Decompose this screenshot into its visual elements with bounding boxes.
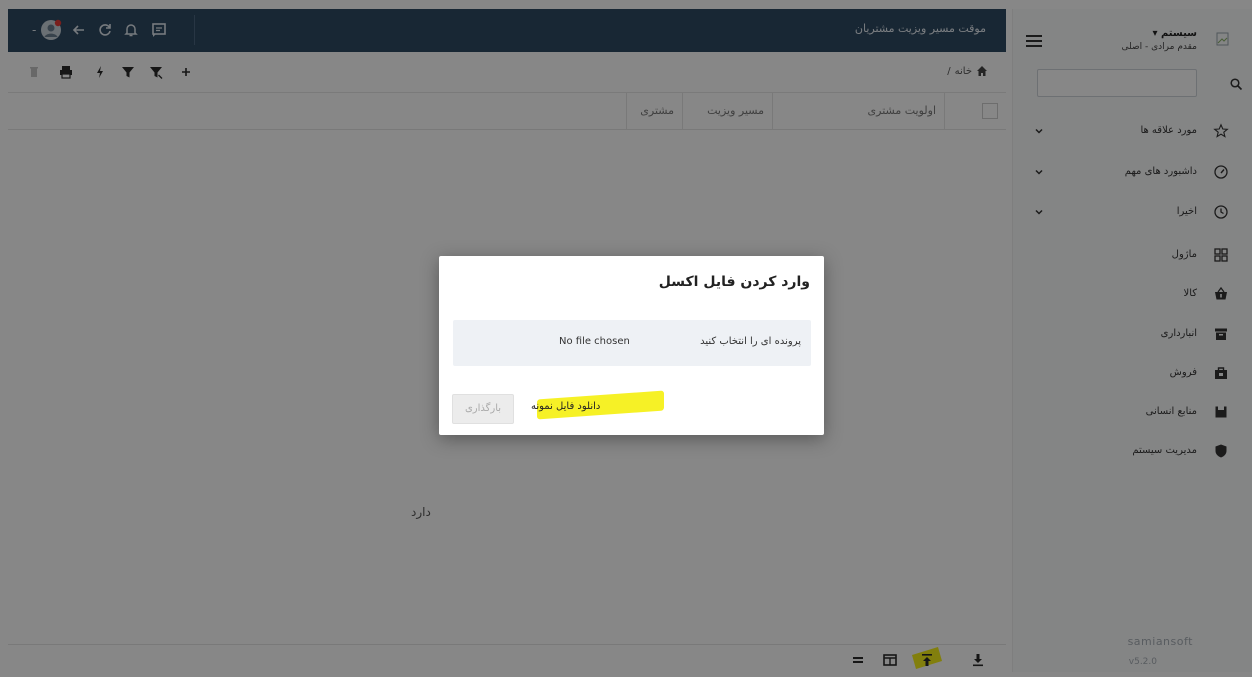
import-excel-dialog: وارد کردن فایل اکسل پرونده ای را انتخاب … (439, 256, 824, 435)
file-picker[interactable]: پرونده ای را انتخاب کنید No file chosen (453, 320, 811, 366)
file-picker-label[interactable]: پرونده ای را انتخاب کنید (700, 336, 801, 347)
dialog-title: وارد کردن فایل اکسل (658, 274, 810, 290)
upload-button[interactable]: بارگذاری (452, 394, 514, 424)
file-picker-status: No file chosen (559, 336, 630, 347)
download-sample-link[interactable]: دانلود فایل نمونه (529, 401, 602, 412)
